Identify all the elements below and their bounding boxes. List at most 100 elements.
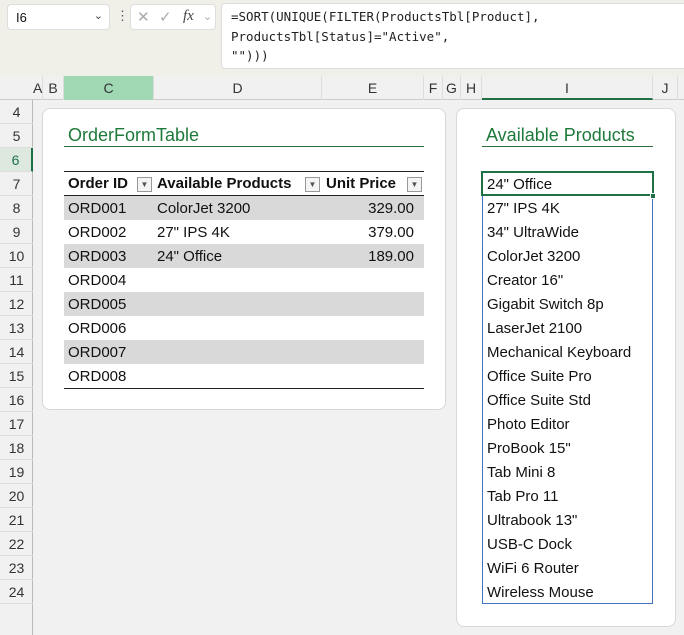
order-id-cell[interactable]: ORD005 xyxy=(64,292,154,316)
list-item[interactable]: Office Suite Std xyxy=(483,389,652,413)
table-row: ORD005 xyxy=(64,292,424,316)
row-header-12[interactable]: 12 xyxy=(0,292,33,316)
order-id-cell[interactable]: ORD007 xyxy=(64,340,154,364)
order-id-cell[interactable]: ORD001 xyxy=(64,196,154,220)
chevron-down-icon[interactable]: ⌄ xyxy=(203,10,212,23)
row-header-6[interactable]: 6 xyxy=(0,148,33,172)
row-header-23[interactable]: 23 xyxy=(0,556,33,580)
cancel-icon[interactable]: ✕ xyxy=(137,8,150,26)
row-header-16[interactable]: 16 xyxy=(0,388,33,412)
list-item[interactable]: ProBook 15" xyxy=(483,437,652,461)
filter-dropdown-icon[interactable]: ▼ xyxy=(305,177,320,192)
list-item[interactable]: 34" UltraWide xyxy=(483,221,652,245)
product-cell[interactable]: 27" IPS 4K xyxy=(154,220,322,244)
row-headers: 4 5 6 7 8 9 10 11 12 13 14 15 16 17 18 19 20 21 22 23 24 xyxy=(0,100,33,635)
filter-dropdown-icon[interactable]: ▼ xyxy=(407,177,422,192)
row-header-10[interactable]: 10 xyxy=(0,244,33,268)
list-item[interactable]: Wireless Mouse xyxy=(483,581,652,605)
row-header-21[interactable]: 21 xyxy=(0,508,33,532)
column-headers: ABCDEFGHIJ xyxy=(0,76,684,100)
order-form-table: Order ID ▼ Available Products ▼ Unit Price… xyxy=(64,171,424,389)
row-header-7[interactable]: 7 xyxy=(0,172,33,196)
more-icon[interactable]: ⋮ xyxy=(116,8,129,24)
list-item[interactable]: USB-C Dock xyxy=(483,533,652,557)
row-header-18[interactable]: 18 xyxy=(0,436,33,460)
order-id-cell[interactable]: ORD003 xyxy=(64,244,154,268)
product-cell[interactable] xyxy=(154,364,322,388)
order-id-cell[interactable]: ORD002 xyxy=(64,220,154,244)
formula-input[interactable]: =SORT(UNIQUE(FILTER(ProductsTbl[Product]… xyxy=(221,3,684,69)
chevron-down-icon[interactable]: ⌄ xyxy=(94,9,103,22)
unit-price-cell[interactable]: 379.00 xyxy=(322,220,424,244)
column-header-b[interactable]: B xyxy=(43,76,64,100)
list-item[interactable]: Mechanical Keyboard xyxy=(483,341,652,365)
column-header-g[interactable]: G xyxy=(443,76,461,100)
table-row: ORD002 27" IPS 4K 379.00 xyxy=(64,220,424,244)
list-item[interactable]: Photo Editor xyxy=(483,413,652,437)
row-header-22[interactable]: 22 xyxy=(0,532,33,556)
unit-price-cell[interactable]: 189.00 xyxy=(322,244,424,268)
column-header-d[interactable]: D xyxy=(154,76,322,100)
row-header-5[interactable]: 5 xyxy=(0,124,33,148)
unit-price-cell[interactable] xyxy=(322,292,424,316)
order-id-cell[interactable]: ORD008 xyxy=(64,364,154,388)
enter-icon[interactable]: ✓ xyxy=(159,8,172,26)
column-header-a[interactable]: A xyxy=(33,76,43,100)
row-header-14[interactable]: 14 xyxy=(0,340,33,364)
row-header-17[interactable]: 17 xyxy=(0,412,33,436)
row-header-19[interactable]: 19 xyxy=(0,460,33,484)
header-unit-price: Unit Price ▼ xyxy=(322,172,424,195)
column-header-i[interactable]: I xyxy=(482,76,653,100)
row-header-24[interactable]: 24 xyxy=(0,580,33,604)
filter-dropdown-icon[interactable]: ▼ xyxy=(137,177,152,192)
row-header-9[interactable]: 9 xyxy=(0,220,33,244)
row-header-11[interactable]: 11 xyxy=(0,268,33,292)
order-id-cell[interactable]: ORD004 xyxy=(64,268,154,292)
header-available-products: Available Products ▼ xyxy=(154,172,322,195)
row-header-15[interactable]: 15 xyxy=(0,364,33,388)
unit-price-cell[interactable]: 329.00 xyxy=(322,196,424,220)
table-row: ORD008 xyxy=(64,364,424,388)
fill-handle[interactable] xyxy=(650,193,656,199)
list-item[interactable]: WiFi 6 Router xyxy=(483,557,652,581)
product-cell[interactable] xyxy=(154,292,322,316)
row-header-8[interactable]: 8 xyxy=(0,196,33,220)
available-products-list: 24" Office 27" IPS 4K 34" UltraWide ColorJe… xyxy=(482,172,653,604)
table-row: ORD007 xyxy=(64,340,424,364)
list-item[interactable]: Tab Mini 8 xyxy=(483,461,652,485)
product-cell[interactable] xyxy=(154,340,322,364)
table-header-row: Order ID ▼ Available Products ▼ Unit Price… xyxy=(64,172,424,196)
row-header-13[interactable]: 13 xyxy=(0,316,33,340)
row-header-4[interactable]: 4 xyxy=(0,100,33,124)
list-item[interactable]: Ultrabook 13" xyxy=(483,509,652,533)
column-header-h[interactable]: H xyxy=(461,76,482,100)
column-header-f[interactable]: F xyxy=(424,76,443,100)
list-item[interactable]: ColorJet 3200 xyxy=(483,245,652,269)
list-item[interactable]: Gigabit Switch 8p xyxy=(483,293,652,317)
unit-price-cell[interactable] xyxy=(322,364,424,388)
order-form-title: OrderFormTable xyxy=(64,124,424,147)
product-cell[interactable] xyxy=(154,316,322,340)
list-item[interactable]: Creator 16" xyxy=(483,269,652,293)
unit-price-cell[interactable] xyxy=(322,340,424,364)
table-row: ORD006 xyxy=(64,316,424,340)
column-header-e[interactable]: E xyxy=(322,76,424,100)
row-header-20[interactable]: 20 xyxy=(0,484,33,508)
column-header-j[interactable]: J xyxy=(653,76,678,100)
order-id-cell[interactable]: ORD006 xyxy=(64,316,154,340)
unit-price-cell[interactable] xyxy=(322,268,424,292)
product-cell[interactable]: 24" Office xyxy=(154,244,322,268)
list-item[interactable]: Office Suite Pro xyxy=(483,365,652,389)
column-header-c[interactable]: C xyxy=(64,76,154,100)
product-cell[interactable]: ColorJet 3200 xyxy=(154,196,322,220)
insert-function-icon[interactable]: fx xyxy=(183,8,194,25)
list-item[interactable]: Tab Pro 11 xyxy=(483,485,652,509)
name-box[interactable]: I6 ⌄ xyxy=(7,4,110,30)
product-cell[interactable] xyxy=(154,268,322,292)
list-item[interactable]: LaserJet 2100 xyxy=(483,317,652,341)
active-cell-cursor[interactable] xyxy=(481,171,654,196)
header-order-id: Order ID ▼ xyxy=(64,172,154,195)
unit-price-cell[interactable] xyxy=(322,316,424,340)
list-item[interactable]: 27" IPS 4K xyxy=(483,197,652,221)
available-products-title: Available Products xyxy=(482,124,653,147)
